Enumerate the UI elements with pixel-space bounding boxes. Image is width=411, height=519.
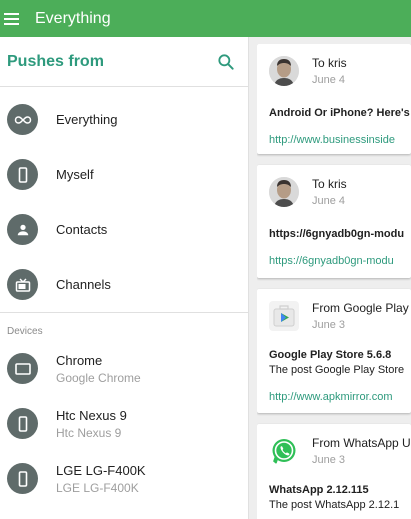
phone-icon	[7, 159, 38, 190]
drawer-item-everything[interactable]: Everything	[0, 92, 248, 147]
app-title: Everything	[35, 9, 111, 27]
device-item-lge[interactable]: LGE LG-F400K LGE LG-F400K	[0, 451, 248, 506]
drawer-item-label: Contacts	[56, 222, 108, 237]
browser-window-icon	[7, 353, 38, 384]
device-subtitle: Htc Nexus 9	[56, 425, 122, 440]
push-description: The post Google Play Store	[269, 364, 405, 376]
push-title: Google Play Store 5.6.8	[269, 349, 392, 361]
google-play-icon	[269, 301, 299, 331]
drawer-item-label: Myself	[56, 167, 94, 182]
device-name: Chrome	[56, 352, 103, 368]
drawer-title: Pushes from	[7, 52, 104, 70]
push-sender: From WhatsApp U	[312, 436, 411, 450]
push-title: Android Or iPhone? Here's	[269, 107, 410, 119]
avatar	[269, 177, 299, 207]
app-bar: Everything	[0, 0, 411, 37]
device-item-htc-nexus-9[interactable]: Htc Nexus 9 Htc Nexus 9	[0, 396, 248, 451]
avatar	[269, 56, 299, 86]
devices-section-title: Devices	[7, 326, 43, 337]
device-subtitle: Google Chrome	[56, 370, 141, 385]
push-description: The post WhatsApp 2.12.1	[269, 499, 400, 511]
push-sender: To kris	[312, 177, 347, 191]
push-link[interactable]: http://www.apkmirror.com	[269, 391, 411, 413]
tv-icon	[7, 269, 38, 300]
drawer-item-label: Channels	[56, 277, 111, 292]
person-icon	[7, 214, 38, 245]
push-title: WhatsApp 2.12.115	[269, 484, 369, 496]
menu-icon[interactable]	[4, 12, 24, 25]
push-card[interactable]: To kris June 4 Android Or iPhone? Here's…	[257, 44, 411, 154]
phone-icon	[7, 408, 38, 439]
drawer-item-channels[interactable]: Channels	[0, 257, 248, 312]
push-feed: To kris June 4 Android Or iPhone? Here's…	[257, 44, 411, 519]
device-item-chrome[interactable]: Chrome Google Chrome	[0, 341, 248, 396]
drawer-item-contacts[interactable]: Contacts	[0, 202, 248, 257]
push-sender: From Google Play	[312, 301, 409, 315]
navigation-drawer: Pushes from Everything Myself Contacts C…	[0, 37, 249, 519]
push-card[interactable]: To kris June 4 https://6gnyadb0gn-modu h…	[257, 165, 411, 278]
infinity-icon	[7, 104, 38, 135]
device-name: Htc Nexus 9	[56, 407, 127, 423]
whatsapp-icon	[269, 436, 299, 466]
drawer-header: Pushes from	[0, 37, 248, 87]
push-link[interactable]: http://www.businessinside	[269, 134, 411, 154]
device-name: LGE LG-F400K	[56, 462, 146, 478]
search-icon[interactable]	[216, 52, 236, 72]
push-date: June 4	[312, 195, 346, 207]
phone-icon	[7, 463, 38, 494]
push-link[interactable]: https://6gnyadb0gn-modu	[269, 255, 411, 278]
push-date: June 3	[312, 454, 346, 466]
push-date: June 3	[312, 319, 346, 331]
push-date: June 4	[312, 74, 346, 86]
push-card[interactable]: From WhatsApp U June 3 WhatsApp 2.12.115…	[257, 424, 411, 519]
drawer-item-label: Everything	[56, 112, 118, 127]
drawer-item-myself[interactable]: Myself	[0, 147, 248, 202]
device-subtitle: LGE LG-F400K	[56, 480, 139, 495]
push-card[interactable]: From Google Play June 3 Google Play Stor…	[257, 289, 411, 413]
push-title: https://6gnyadb0gn-modu	[269, 228, 405, 240]
push-sender: To kris	[312, 56, 347, 70]
